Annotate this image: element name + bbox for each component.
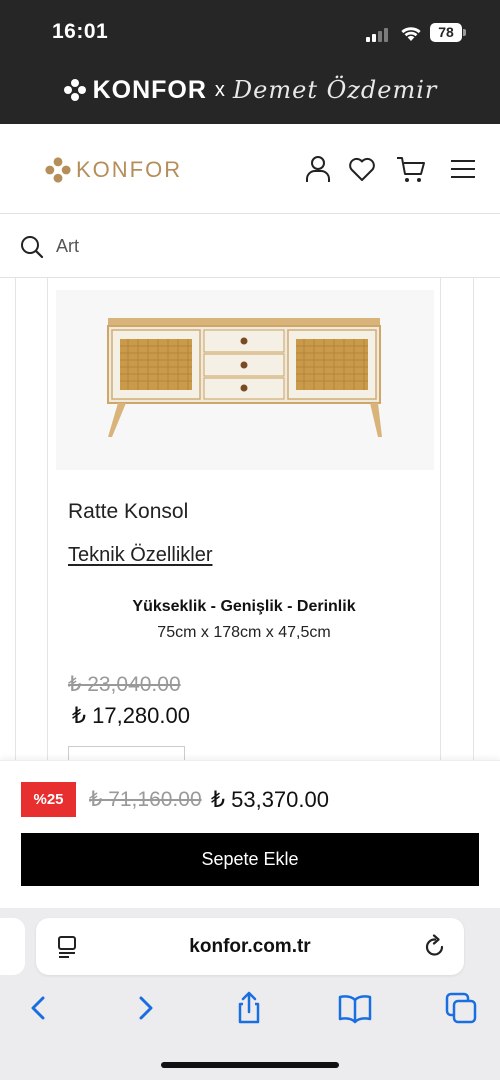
home-indicator[interactable] (161, 1062, 339, 1068)
original-price: ₺ 23,040.00 (68, 673, 181, 696)
wifi-icon (401, 27, 421, 41)
promo-brand: KONFOR (92, 75, 207, 104)
adjacent-card-edge (473, 278, 474, 760)
site-header: KONFOR (0, 124, 500, 214)
konfor-flower-icon (63, 79, 86, 101)
add-to-cart-button[interactable]: Sepete Ekle (21, 833, 479, 886)
url-text[interactable]: konfor.com.tr (36, 936, 464, 958)
battery-cap (463, 29, 466, 36)
menu-icon[interactable] (448, 154, 478, 184)
konfor-flower-icon (45, 157, 71, 183)
address-bar[interactable]: konfor.com.tr (36, 918, 464, 975)
battery-indicator: 78 (430, 23, 462, 42)
bookmarks-icon[interactable] (337, 990, 373, 1026)
dimensions-label: Yükseklik - Genişlik - Derinlik (132, 598, 356, 615)
site-logo-text: KONFOR (76, 157, 183, 182)
cart-icon[interactable] (396, 154, 426, 184)
technical-specs-link[interactable]: Teknik Özellikler (68, 544, 212, 567)
status-time: 16:01 (52, 20, 109, 43)
promo-separator: x (214, 78, 225, 101)
total-sale-price: ₺ 53,370.00 (211, 787, 329, 812)
collab-logo: KONFOR x Demet Özdemir (0, 70, 500, 110)
reload-icon[interactable] (424, 934, 446, 958)
user-icon[interactable] (303, 154, 333, 184)
share-icon[interactable] (231, 990, 267, 1026)
tabs-icon[interactable] (443, 990, 479, 1026)
product-image[interactable] (56, 290, 434, 470)
previous-tab-peek[interactable] (0, 918, 25, 975)
search-bar (0, 214, 500, 278)
heart-icon[interactable] (347, 154, 377, 184)
forward-icon[interactable] (128, 990, 164, 1026)
search-icon[interactable] (20, 235, 44, 259)
product-name[interactable]: Ratte Konsol (68, 500, 188, 524)
cellular-signal-icon (366, 26, 392, 42)
adjacent-card-edge (15, 278, 16, 760)
console-furniture-illustration (107, 318, 382, 437)
promo-collab-signature: Demet Özdemir (232, 76, 438, 104)
site-logo[interactable]: KONFOR (44, 156, 182, 184)
total-original-price: ₺ 71,160.00 (89, 788, 202, 811)
discount-badge: %25 (21, 782, 76, 817)
promo-banner: 16:01 78 KONFOR x Demet Özdemir (0, 0, 500, 124)
dimensions-value: 75cm x 178cm x 47,5cm (157, 624, 331, 641)
sale-price: ₺ 17,280.00 (72, 703, 190, 728)
back-icon[interactable] (20, 990, 56, 1026)
search-input[interactable] (56, 234, 476, 258)
